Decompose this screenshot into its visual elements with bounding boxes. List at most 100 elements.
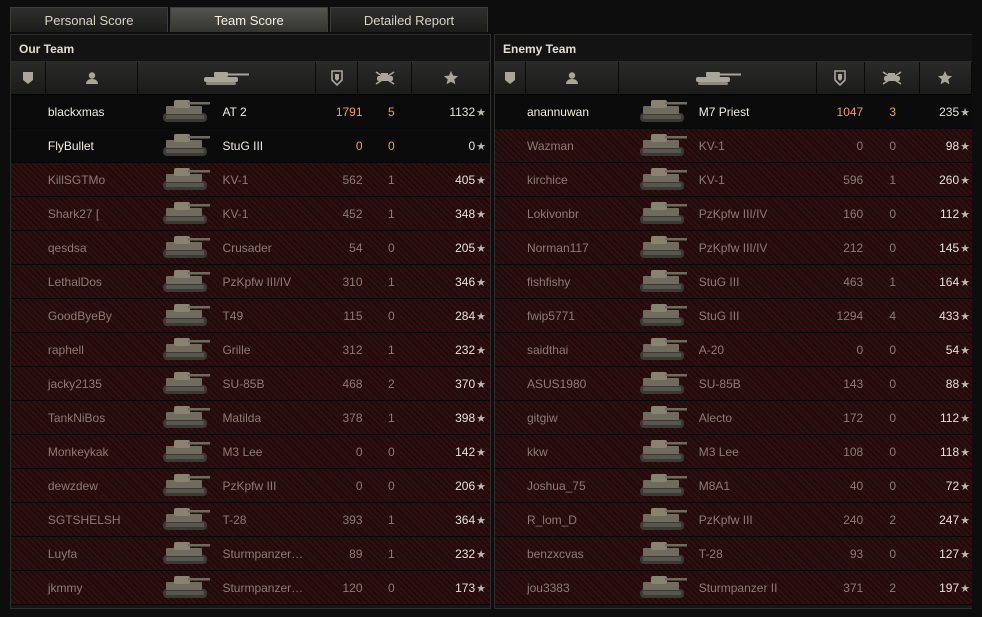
tank-cell: PzKpfw III/IV (146, 266, 314, 298)
xp-cell: 205★ (418, 241, 490, 255)
player-row[interactable]: raphell Grille 312 1 232★ (11, 333, 490, 367)
tank-cell: T-28 (619, 538, 819, 570)
player-row[interactable]: KillSGTMo KV-1 562 1 405★ (11, 163, 490, 197)
damage-value: 596 (843, 172, 864, 187)
player-row[interactable]: jkmmy Sturmpanzer… 120 0 173★ (11, 571, 490, 605)
player-row[interactable]: blackxmas AT 2 1791 5 1132★ (11, 95, 490, 129)
star-icon: ★ (960, 514, 971, 527)
player-row[interactable]: Joshua_75 M8A1 40 0 72★ (495, 469, 972, 503)
kills-value: 0 (388, 240, 395, 255)
column-header-platoon[interactable] (495, 62, 526, 94)
player-name: gitgiw (526, 410, 558, 425)
player-row[interactable]: jou3383 Sturmpanzer II 371 2 197★ (495, 571, 972, 605)
kills-value: 1 (388, 172, 395, 187)
kills-value: 2 (889, 580, 897, 595)
xp-value: 433 (939, 308, 960, 323)
xp-value: 0 (468, 138, 476, 153)
star-icon: ★ (476, 310, 486, 323)
player-row[interactable]: fishfishy StuG III 463 1 164★ (495, 265, 972, 299)
player-row[interactable]: Wazman KV-1 0 0 98★ (495, 129, 972, 163)
tank-icon (635, 504, 693, 536)
damage-value: 393 (342, 512, 363, 527)
column-header-xp-star[interactable] (920, 62, 972, 94)
damage-value: 378 (342, 410, 363, 425)
xp-cell: 1132★ (418, 105, 490, 119)
xp-value: 232 (455, 342, 476, 357)
tank-name: T-28 (698, 546, 723, 561)
column-header-tank[interactable] (619, 62, 818, 94)
tab-team-score[interactable]: Team Score (170, 7, 328, 32)
player-row[interactable]: TankNiBos Matilda 378 1 398★ (11, 401, 490, 435)
tank-cell: T-28 (146, 504, 314, 536)
player-row[interactable]: Shark27 [KV-1 452 1 348★ (11, 197, 490, 231)
player-row[interactable]: qesdsa Crusader 54 0 205★ (11, 231, 490, 265)
player-row[interactable]: saidthai A-20 0 0 54★ (495, 333, 972, 367)
tab-bar: Personal Score Team Score Detailed Repor… (10, 7, 490, 33)
player-row[interactable]: ASUS1980 SU-85B 143 0 88★ (495, 367, 972, 401)
player-row[interactable]: Norman117 PzKpfw III/IV 212 0 145★ (495, 231, 972, 265)
star-icon: ★ (476, 378, 486, 391)
column-header-xp-star[interactable] (412, 62, 490, 94)
tab-detailed-report[interactable]: Detailed Report (330, 7, 488, 32)
damage-value: 310 (342, 274, 363, 289)
player-row[interactable]: anannuwan M7 Priest 1047 3 235★ (495, 95, 972, 129)
tank-cell: Alecto (619, 402, 819, 434)
tab-personal-score[interactable]: Personal Score (10, 7, 168, 32)
star-icon: ★ (476, 174, 486, 187)
player-row[interactable]: fwip5771 StuG III 1294 4 433★ (495, 299, 972, 333)
player-row[interactable]: SGTSHELSH T-28 393 1 364★ (11, 503, 490, 537)
player-row[interactable]: LethalDos PzKpfw III/IV 310 1 346★ (11, 265, 490, 299)
star-icon: ★ (960, 412, 971, 425)
xp-value: 370 (455, 376, 476, 391)
enemy-team-column-header (495, 61, 972, 95)
tank-icon (158, 96, 216, 128)
xp-value: 364 (455, 512, 476, 527)
tank-name: KV-1 (698, 138, 725, 153)
column-header-damage-shield[interactable] (817, 62, 865, 94)
column-header-kills[interactable] (358, 62, 413, 94)
tank-cell: Sturmpanzer II (619, 572, 819, 604)
player-row[interactable]: benzxcvas T-28 93 0 127★ (495, 537, 972, 571)
damage-value: 0 (856, 138, 864, 153)
tank-cell: Grille (146, 334, 314, 366)
player-row[interactable]: GoodByeBy T49 115 0 284★ (11, 299, 490, 333)
star-icon: ★ (960, 140, 971, 153)
player-row[interactable]: FlyBullet StuG III 0 0 0★ (11, 129, 490, 163)
tank-cell: SU-85B (619, 368, 819, 400)
our-team-panel: Our Team blackxmas AT 2 1791 5 1132★ FlyBulle… (10, 34, 491, 609)
xp-value: 398 (455, 410, 476, 425)
xp-value: 346 (455, 274, 476, 289)
xp-cell: 145★ (920, 241, 972, 255)
xp-cell: 88★ (920, 377, 972, 391)
column-header-platoon[interactable] (11, 62, 47, 94)
tank-name: Sturmpanzer II (698, 580, 778, 595)
tank-icon (200, 70, 252, 86)
column-header-damage-shield[interactable] (316, 62, 359, 94)
player-row[interactable]: gitgiw Alecto 172 0 112★ (495, 401, 972, 435)
player-row[interactable]: kkw M3 Lee 108 0 118★ (495, 435, 972, 469)
player-name: qesdsa (47, 240, 87, 255)
player-row[interactable]: Luyfa Sturmpanzer… 89 1 232★ (11, 537, 490, 571)
player-name: saidthai (526, 342, 569, 357)
player-row[interactable]: R_lom_D PzKpfw III 240 2 247★ (495, 503, 972, 537)
star-icon: ★ (960, 310, 971, 323)
column-header-kills[interactable] (865, 62, 920, 94)
column-header-player[interactable] (46, 62, 138, 94)
player-row[interactable]: dewzdew PzKpfw III 0 0 206★ (11, 469, 490, 503)
tank-cell: SU-85B (146, 368, 314, 400)
player-row[interactable]: kirchice KV-1 596 1 260★ (495, 163, 972, 197)
kills-value: 4 (889, 308, 897, 323)
player-row[interactable]: Monkeykak M3 Lee 0 0 142★ (11, 435, 490, 469)
tank-cell: KV-1 (619, 130, 819, 162)
player-row[interactable]: jacky2135 SU-85B 468 2 370★ (11, 367, 490, 401)
xp-cell: 98★ (920, 139, 972, 153)
tank-name: SU-85B (698, 376, 741, 391)
damage-value: 1791 (335, 104, 363, 119)
damage-value: 172 (843, 410, 864, 425)
column-header-tank[interactable] (138, 62, 316, 94)
player-row[interactable]: Lokivonbr PzKpfw III/IV 160 0 112★ (495, 197, 972, 231)
tank-icon (158, 334, 216, 366)
player-icon (565, 71, 579, 85)
xp-cell: 433★ (920, 309, 972, 323)
column-header-player[interactable] (526, 62, 620, 94)
